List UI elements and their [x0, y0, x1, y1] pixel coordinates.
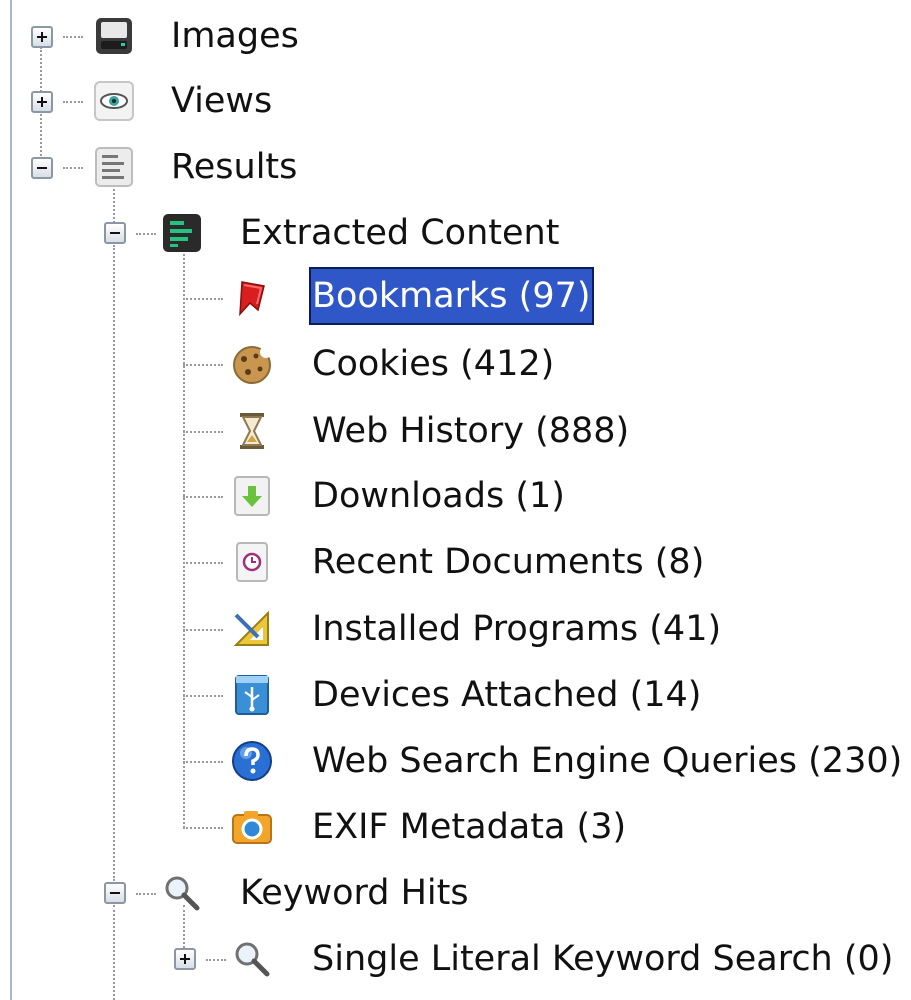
tree-connector — [183, 629, 223, 631]
expand-toggle-views[interactable] — [31, 91, 53, 113]
eye-icon — [92, 79, 136, 123]
magnifier-icon — [230, 937, 274, 981]
tree-node-extracted-content[interactable]: Extracted Content — [237, 211, 562, 255]
tree-node-bookmarks[interactable]: Bookmarks (97) — [309, 267, 594, 325]
tree-node-images[interactable]: Images — [168, 14, 302, 58]
collapse-toggle-results[interactable] — [31, 157, 53, 179]
tree-connector — [63, 101, 83, 103]
green-list-icon — [160, 211, 204, 255]
tree-node-results[interactable]: Results — [168, 145, 300, 189]
recent-document-icon — [230, 540, 274, 584]
tree-connector — [183, 245, 185, 828]
tree-node-exif-metadata[interactable]: EXIF Metadata (3) — [309, 805, 629, 849]
tree-node-installed-programs[interactable]: Installed Programs (41) — [309, 607, 724, 651]
magnifier-icon — [160, 871, 204, 915]
tree-node-downloads[interactable]: Downloads (1) — [309, 474, 568, 518]
cookie-icon — [230, 342, 274, 386]
tree-connector — [183, 761, 223, 763]
tree-node-keyword-hits[interactable]: Keyword Hits — [237, 871, 472, 915]
usb-icon — [230, 673, 274, 717]
tree-node-cookies[interactable]: Cookies (412) — [309, 342, 557, 386]
tree-connector — [63, 167, 83, 169]
hourglass-icon — [230, 409, 274, 453]
tree-connector — [113, 245, 115, 881]
tree-connector — [183, 496, 223, 498]
tree-connector — [183, 431, 223, 433]
collapse-toggle-extracted-content[interactable] — [104, 222, 126, 244]
tree-node-single-literal-keyword-search[interactable]: Single Literal Keyword Search (0) — [309, 937, 896, 981]
tree-connector — [183, 298, 223, 300]
expand-toggle-images[interactable] — [31, 26, 53, 48]
tree-node-views[interactable]: Views — [168, 79, 275, 123]
download-icon — [230, 474, 274, 518]
hard-drive-icon — [92, 14, 136, 58]
tree-node-web-search-engine-queries[interactable]: Web Search Engine Queries (230) — [309, 739, 905, 783]
tree-connector — [63, 36, 83, 38]
bookmark-icon — [230, 276, 274, 320]
document-list-icon — [92, 145, 136, 189]
tree-connector — [136, 893, 156, 895]
tree-connector — [136, 233, 156, 235]
tree-panel-border — [10, 0, 12, 1000]
collapse-toggle-keyword-hits[interactable] — [104, 882, 126, 904]
expand-toggle-single-literal-keyword-search[interactable] — [174, 948, 196, 970]
tree-node-recent-documents[interactable]: Recent Documents (8) — [309, 540, 707, 584]
camera-icon — [230, 805, 274, 849]
search-query-icon — [230, 739, 274, 783]
ruler-triangle-icon — [230, 607, 274, 651]
tree-node-web-history[interactable]: Web History (888) — [309, 409, 632, 453]
tree-connector — [183, 695, 223, 697]
tree-connector — [206, 959, 226, 961]
tree-node-devices-attached[interactable]: Devices Attached (14) — [309, 673, 704, 717]
results-tree: Images Views Results Extracted Content B… — [0, 0, 911, 1000]
tree-connector — [183, 562, 223, 564]
tree-connector — [183, 827, 223, 829]
tree-connector — [113, 905, 115, 1000]
tree-connector — [183, 364, 223, 366]
